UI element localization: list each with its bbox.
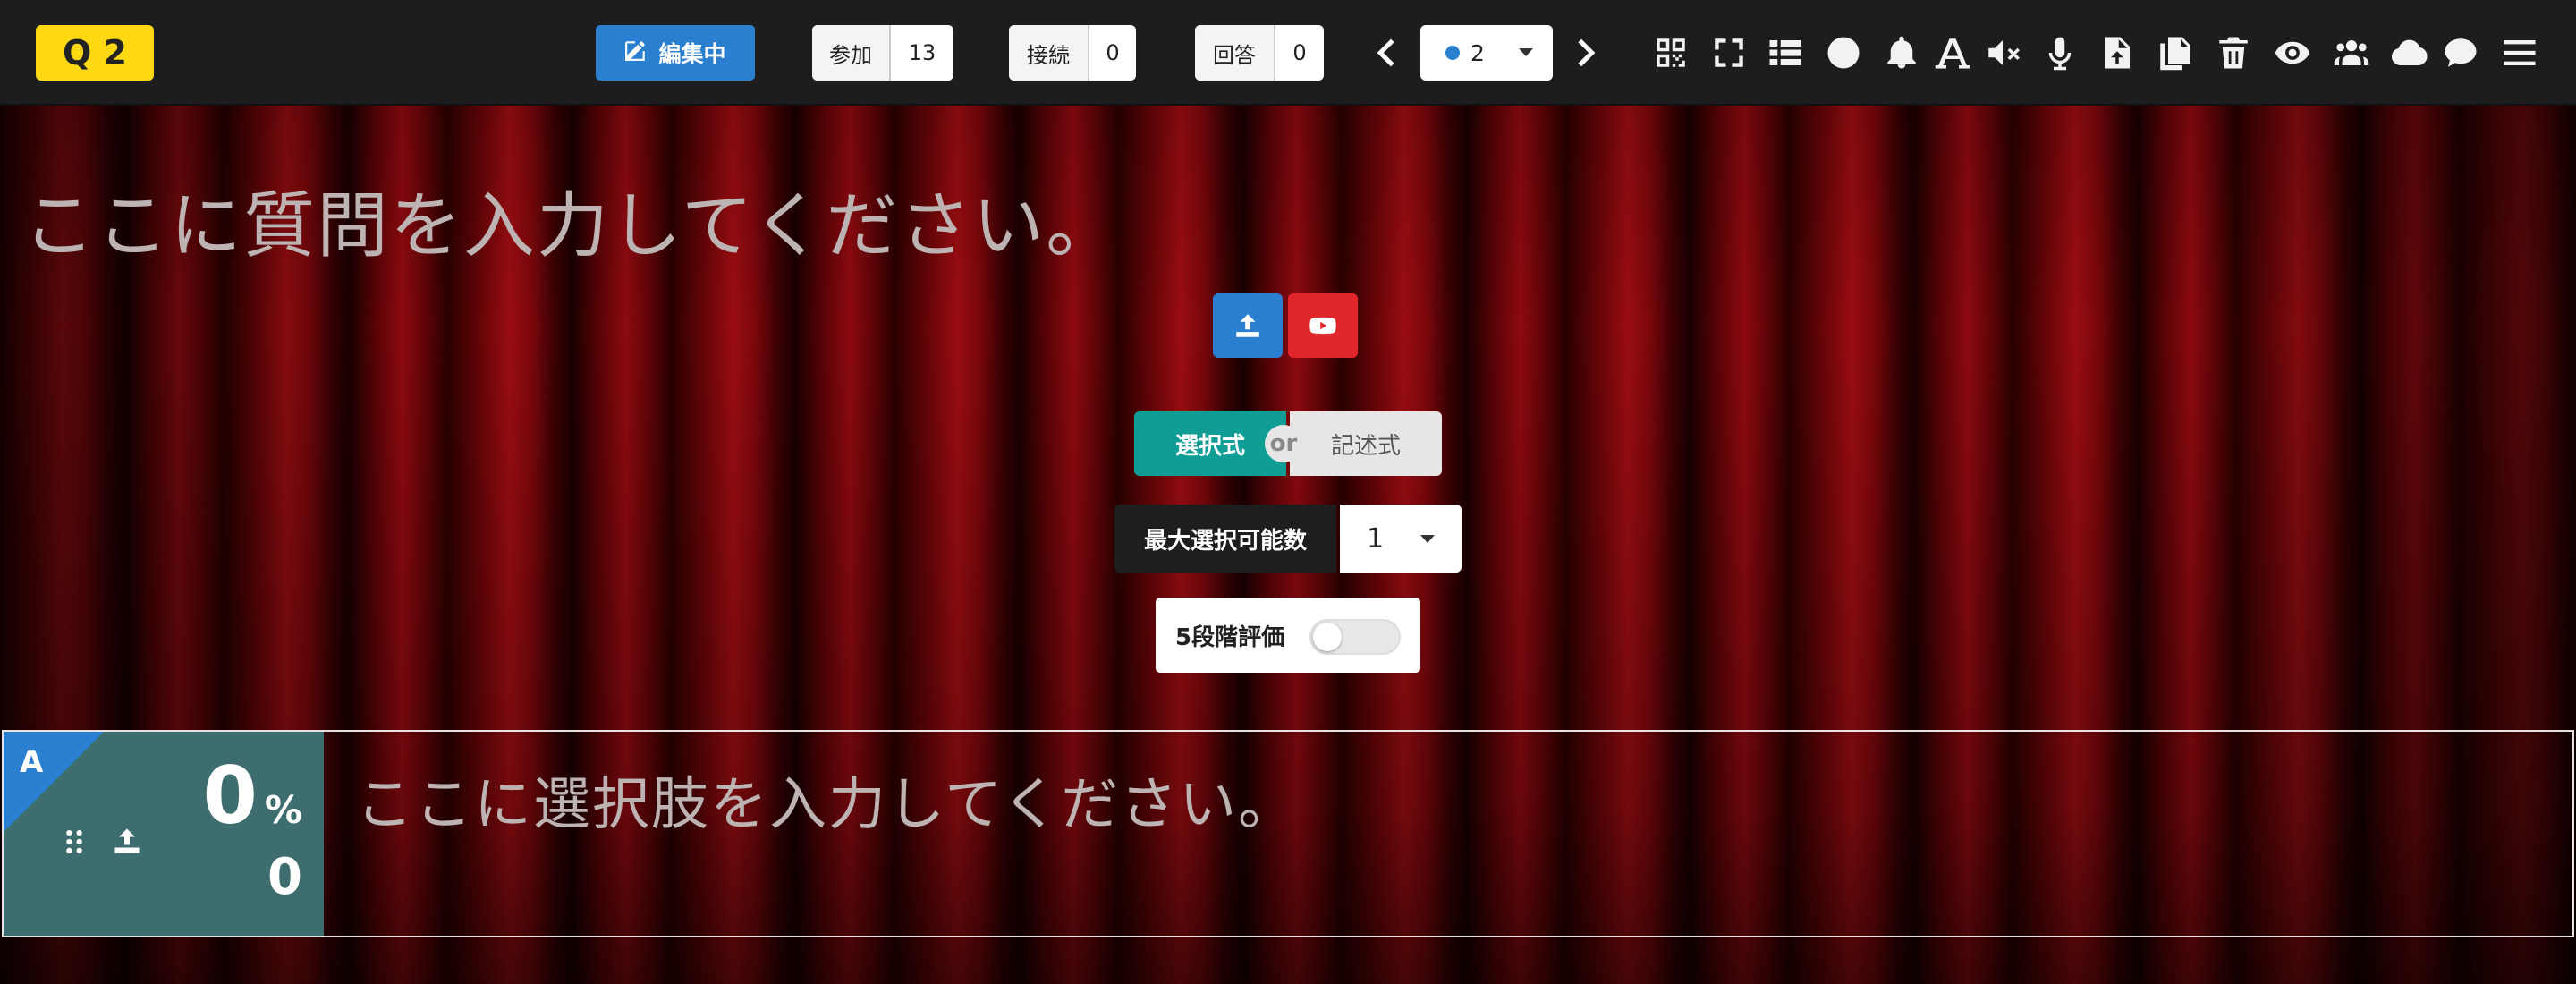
participants-counter: 参加 13 (812, 25, 953, 81)
bell-icon[interactable] (1879, 30, 1924, 75)
connections-label: 接続 (1009, 25, 1089, 81)
answers-value: 0 (1292, 40, 1307, 65)
comment-icon[interactable] (2438, 30, 2483, 75)
choice-text-input[interactable]: ここに選択肢を入力してください。 (324, 732, 2572, 936)
chevron-down-icon (1420, 535, 1435, 543)
connections-value: 0 (1106, 40, 1120, 65)
youtube-icon (1309, 317, 1336, 335)
chevron-left-icon (1377, 38, 1394, 67)
choice-letter: A (20, 744, 44, 780)
top-toolbar: Q 2 編集中 参加 13 接続 0 回答 0 2 (0, 0, 2576, 106)
answers-counter: 回答 0 (1195, 25, 1324, 81)
volume-mute-icon[interactable] (1980, 30, 2025, 75)
trash-icon[interactable] (2211, 30, 2256, 75)
youtube-button[interactable] (1288, 293, 1358, 358)
qrcode-icon[interactable] (1648, 30, 1693, 75)
eye-icon[interactable] (2270, 30, 2315, 75)
stage-curtain: ここに質問を入力してください。 選択式 記述式 or 最大選択可能数 1 5段階… (0, 106, 2576, 984)
font-icon[interactable] (1930, 30, 1975, 75)
text-type-button[interactable]: 記述式 (1290, 411, 1442, 476)
chevron-down-icon (1519, 48, 1533, 56)
or-separator: or (1265, 425, 1302, 462)
five-star-rating-setting: 5段階評価 (1156, 598, 1420, 673)
editing-button[interactable]: 編集中 (596, 25, 755, 81)
editing-label: 編集中 (658, 41, 726, 67)
status-dot (1445, 46, 1460, 60)
next-question-button[interactable] (1572, 32, 1599, 73)
hamburger-menu-icon[interactable] (2497, 30, 2542, 75)
microphone-icon[interactable] (2038, 30, 2082, 75)
file-upload-icon[interactable] (2095, 30, 2140, 75)
five-star-rating-toggle[interactable] (1309, 619, 1401, 655)
percent-symbol: % (264, 788, 302, 832)
cloud-icon[interactable] (2386, 30, 2431, 75)
answers-label: 回答 (1195, 25, 1275, 81)
fullscreen-icon[interactable] (1707, 30, 1751, 75)
question-number-badge: Q 2 (36, 25, 154, 81)
choice-count: 0 (267, 848, 302, 906)
list-icon[interactable] (1763, 30, 1808, 75)
upload-media-button[interactable] (1213, 293, 1283, 358)
question-selector-value: 2 (1470, 39, 1485, 66)
upload-icon (1236, 314, 1259, 337)
connections-counter: 接続 0 (1009, 25, 1136, 81)
choice-type-button[interactable]: 選択式 (1134, 411, 1286, 476)
choice-percent: 0 % (203, 750, 302, 842)
copy-icon[interactable] (2152, 30, 2197, 75)
choice-upload-icon[interactable] (111, 825, 143, 857)
choice-stats-panel: A 0 % 0 (4, 732, 324, 936)
max-selectable-value: 1 (1367, 522, 1385, 555)
question-input[interactable]: ここに質問を入力してください。 (23, 168, 1119, 272)
chevron-right-icon (1578, 38, 1596, 67)
max-selectable-control: 最大選択可能数 1 (1114, 505, 1462, 573)
clock-icon[interactable] (1821, 30, 1866, 75)
previous-question-button[interactable] (1373, 32, 1400, 73)
edit-icon (624, 38, 648, 67)
users-icon[interactable] (2329, 30, 2374, 75)
answer-type-toggle: 選択式 記述式 or (1134, 411, 1442, 476)
max-selectable-select[interactable]: 1 (1340, 505, 1462, 573)
choice-percent-value: 0 (202, 750, 258, 842)
max-selectable-label: 最大選択可能数 (1114, 505, 1336, 573)
choice-row: A 0 % 0 ここに選択肢を入力してください。 (2, 730, 2574, 937)
toggle-knob (1313, 623, 1342, 651)
five-star-rating-label: 5段階評価 (1175, 623, 1285, 651)
choice-corner-marker (4, 732, 104, 832)
question-selector[interactable]: 2 (1420, 25, 1553, 81)
drag-handle-icon[interactable] (59, 827, 89, 857)
participants-value: 13 (908, 40, 936, 65)
participants-label: 参加 (812, 25, 891, 81)
